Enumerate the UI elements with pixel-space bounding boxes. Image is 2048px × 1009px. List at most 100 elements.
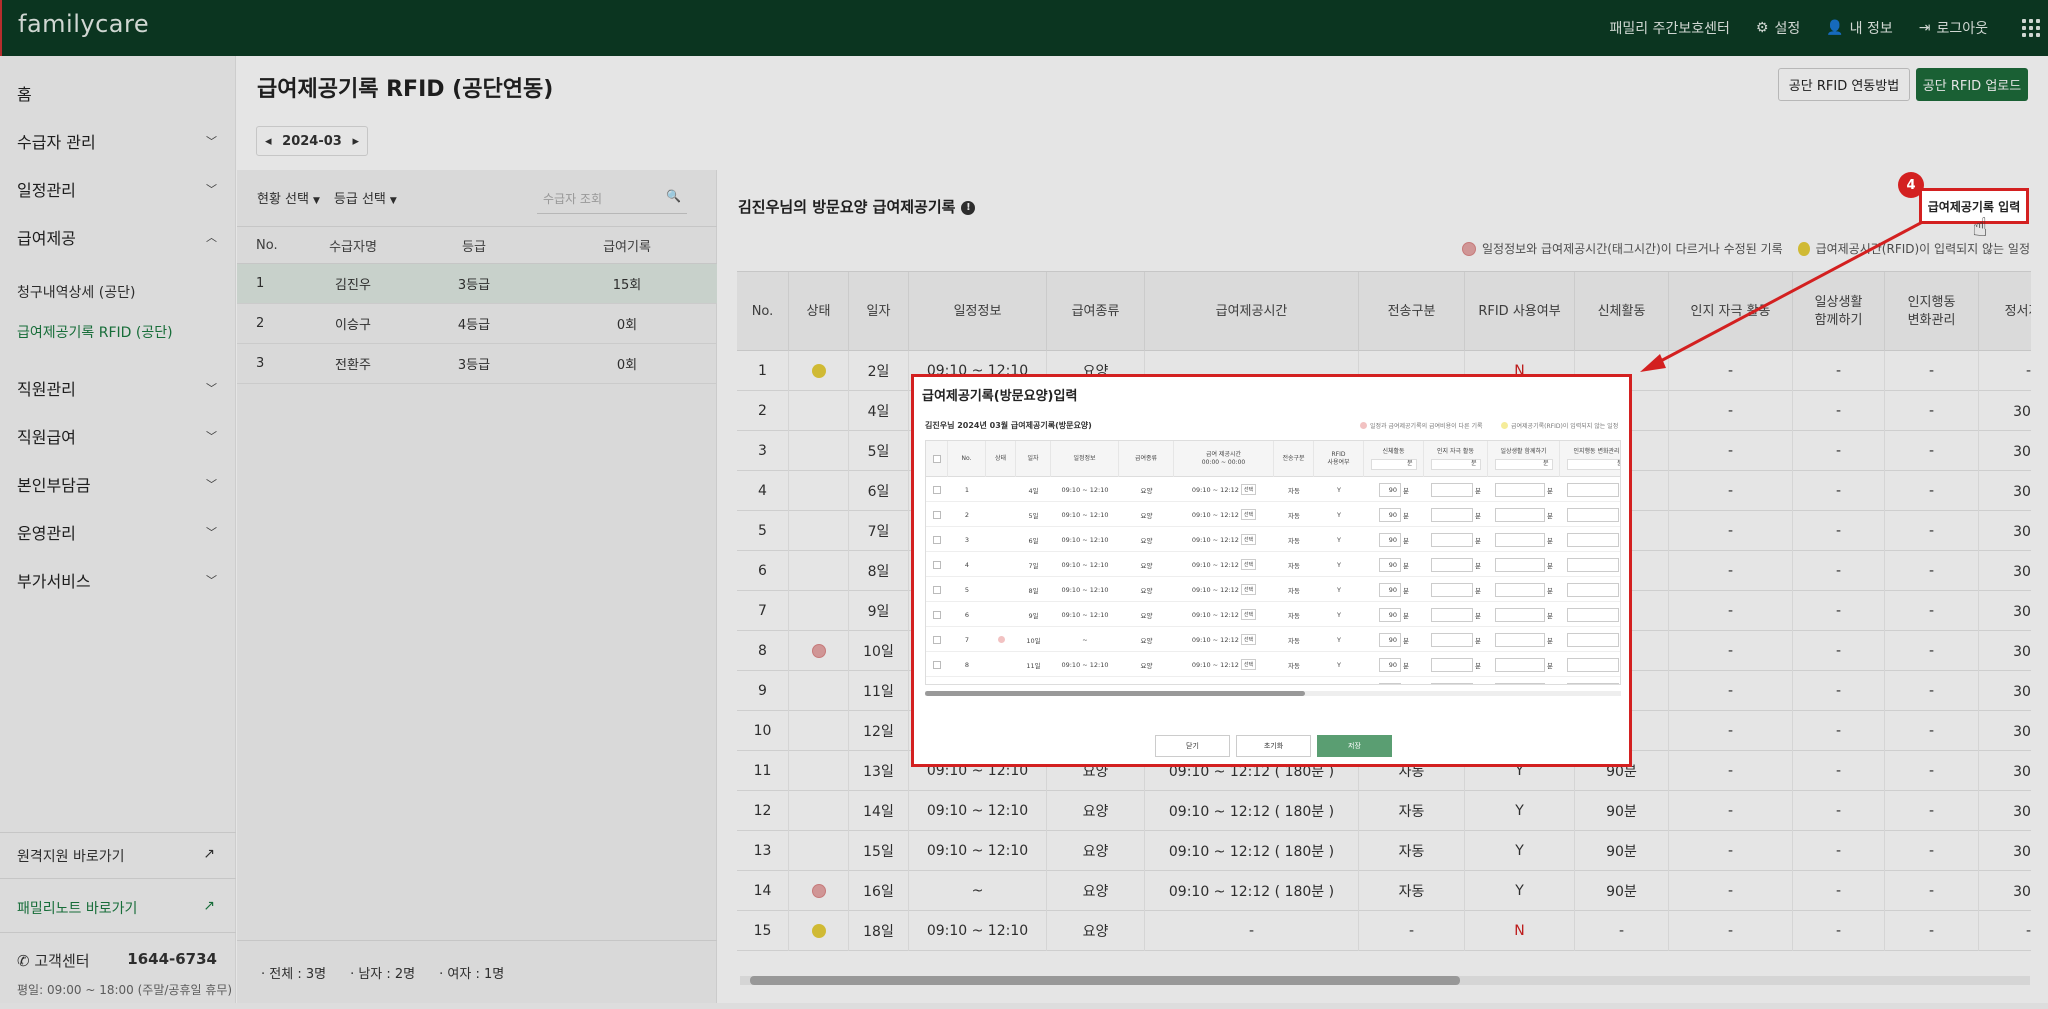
minutes-input[interactable]: [1495, 482, 1545, 497]
hand-cursor-icon: ☝: [1972, 213, 1988, 243]
bulk-minutes-input[interactable]: 분: [1370, 458, 1417, 470]
minutes-input[interactable]: [1495, 682, 1545, 684]
row-checkbox[interactable]: [933, 610, 941, 619]
table-cell: 자동: [1288, 536, 1300, 545]
minutes-input[interactable]: 90: [1379, 482, 1401, 497]
minutes-input[interactable]: [1567, 632, 1619, 647]
table-cell: 분: [1424, 602, 1488, 627]
minutes-input[interactable]: [1495, 632, 1545, 647]
minutes-input[interactable]: [1567, 582, 1619, 597]
minutes-input[interactable]: 90: [1379, 682, 1401, 684]
row-checkbox[interactable]: [933, 585, 941, 594]
time-select-button[interactable]: 선택: [1240, 534, 1257, 545]
time-select-button[interactable]: 선택: [1240, 509, 1257, 520]
table-cell: 3: [964, 535, 970, 544]
table-cell: 9: [948, 677, 986, 684]
table-row[interactable]: 3 6일 09:10 ~ 12:10 요양 09:10 ~ 12:12 선택 자동 Y 90 분 분…: [926, 527, 1620, 552]
bulk-minutes-input[interactable]: 분: [1566, 458, 1620, 470]
minutes-input[interactable]: [1431, 532, 1473, 547]
minutes-input[interactable]: [1495, 557, 1545, 572]
minutes-input[interactable]: [1431, 582, 1473, 597]
table-row[interactable]: 710일~요양09:10 ~ 12:12선택자동Y90분분분분: [926, 627, 1620, 652]
modal-legend-yellow-text: 급여제공기록(RFID)이 입력되지 않는 일정: [1511, 423, 1619, 430]
minutes-input[interactable]: [1495, 657, 1545, 672]
close-button[interactable]: 닫기: [1155, 735, 1230, 757]
table-cell: Y: [1337, 585, 1341, 594]
minutes-input[interactable]: 90: [1379, 532, 1401, 547]
minutes-input[interactable]: [1495, 532, 1545, 547]
table-cell: 요양: [1140, 611, 1153, 620]
minutes-input[interactable]: [1495, 582, 1545, 597]
minutes-input[interactable]: [1567, 532, 1619, 547]
table-cell: 09:10 ~ 12:12선택: [1174, 502, 1274, 527]
table-cell: Y: [1314, 677, 1364, 684]
time-select-button[interactable]: 선택: [1240, 659, 1257, 670]
table-cell: [926, 527, 948, 552]
time-select-button[interactable]: 선택: [1240, 484, 1257, 495]
row-checkbox[interactable]: [933, 535, 941, 544]
row-checkbox[interactable]: [933, 485, 941, 494]
time-select-button[interactable]: 선택: [1241, 684, 1256, 685]
table-cell: 요양: [1140, 536, 1153, 545]
time-select-button[interactable]: 선택: [1240, 609, 1257, 620]
save-button[interactable]: 저장: [1317, 735, 1392, 757]
table-cell: [926, 477, 948, 502]
minutes-input[interactable]: 90: [1379, 607, 1401, 622]
table-row[interactable]: 4 7일 09:10 ~ 12:10 요양 09:10 ~ 12:12 선택 자동 Y 90 분 분…: [926, 552, 1620, 577]
row-checkbox[interactable]: [933, 635, 941, 644]
time-select-button[interactable]: 선택: [1240, 634, 1257, 645]
minutes-input[interactable]: 90: [1379, 582, 1401, 597]
table-cell: 09:10 ~ 12:12선택: [1174, 677, 1274, 685]
table-cell: 90분: [1364, 677, 1424, 684]
table-row[interactable]: 5 8일 09:10 ~ 12:10 요양 09:10 ~ 12:12 선택 자동 Y 90 분 분…: [926, 577, 1620, 602]
table-row[interactable]: 6 9일 09:10 ~ 12:10 요양 09:10 ~ 12:12 선택 자동 Y 90 분 분…: [926, 602, 1620, 627]
table-cell: Y: [1337, 610, 1341, 619]
table-cell: 7일: [1028, 561, 1039, 570]
minutes-input[interactable]: [1431, 507, 1473, 522]
table-cell: 자동: [1288, 661, 1300, 670]
minutes-input[interactable]: 90: [1379, 632, 1401, 647]
bulk-minutes-input[interactable]: 분: [1494, 458, 1553, 470]
table-row[interactable]: 8 11일 09:10 ~ 12:10 요양 09:10 ~ 12:12 선택 자동 Y 90 분…: [926, 652, 1620, 677]
minutes-input[interactable]: [1431, 607, 1473, 622]
table-cell: 분: [1560, 552, 1620, 577]
modal-horizontal-scrollbar[interactable]: [925, 691, 1621, 696]
minutes-input[interactable]: [1567, 482, 1619, 497]
time-select-button[interactable]: 선택: [1240, 584, 1257, 595]
table-cell: 분: [1560, 652, 1620, 677]
minutes-input[interactable]: [1567, 557, 1619, 572]
row-checkbox[interactable]: [933, 660, 941, 669]
table-row[interactable]: 1 4일 09:10 ~ 12:10 요양 09:10 ~ 12:12 선택 자동 Y 90 분 분…: [926, 477, 1620, 502]
table-row[interactable]: 912일09:10 ~ 12:10요양09:10 ~ 12:12선택자동Y90분…: [926, 677, 1620, 685]
table-cell: 분: [1560, 577, 1620, 602]
minutes-input[interactable]: [1431, 632, 1473, 647]
minutes-input[interactable]: [1495, 507, 1545, 522]
table-cell: 4: [964, 560, 970, 569]
minutes-input[interactable]: 90: [1379, 557, 1401, 572]
select-all-checkbox[interactable]: [926, 441, 948, 477]
table-row[interactable]: 2 5일 09:10 ~ 12:10 요양 09:10 ~ 12:12 선택 자동 Y 90 분 분…: [926, 502, 1620, 527]
minutes-input[interactable]: [1567, 607, 1619, 622]
bulk-minutes-input[interactable]: 분: [1430, 458, 1481, 470]
row-checkbox[interactable]: [933, 560, 941, 569]
table-cell: Y: [1337, 535, 1341, 544]
minutes-input[interactable]: 90: [1379, 657, 1401, 672]
row-checkbox[interactable]: [933, 510, 941, 519]
minutes-input[interactable]: [1567, 682, 1619, 684]
minutes-input[interactable]: [1431, 657, 1473, 672]
table-cell: 90분: [1364, 577, 1424, 602]
reset-button[interactable]: 초기화: [1236, 735, 1311, 757]
minutes-input[interactable]: [1567, 507, 1619, 522]
table-cell: 09:10 ~ 12:10: [1061, 485, 1109, 494]
minutes-input[interactable]: [1431, 682, 1473, 684]
minutes-input[interactable]: [1495, 607, 1545, 622]
scroll-thumb[interactable]: [925, 691, 1305, 696]
minutes-input[interactable]: [1431, 557, 1473, 572]
minutes-input[interactable]: 90: [1379, 507, 1401, 522]
time-select-button[interactable]: 선택: [1240, 559, 1257, 570]
minutes-input[interactable]: [1431, 482, 1473, 497]
minutes-input[interactable]: [1567, 657, 1619, 672]
col-header: 일자: [1016, 441, 1051, 477]
table-cell: 5: [964, 585, 970, 594]
record-input-modal: 급여제공기록(방문요양)입력 김진우님 2024년 03월 급여제공기록(방문요…: [911, 374, 1632, 767]
